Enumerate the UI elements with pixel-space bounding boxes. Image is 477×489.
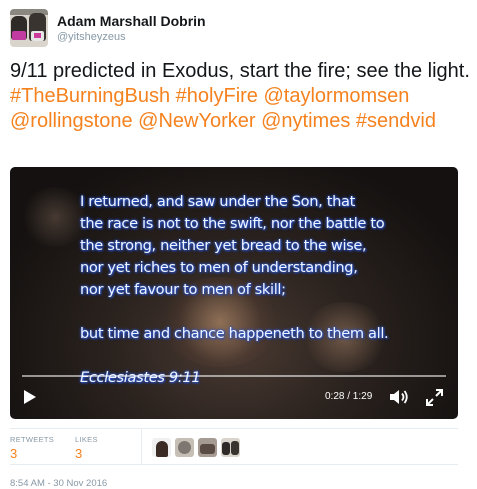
verse-line: nor yet riches to men of understanding, [80,259,358,276]
stats-divider [141,429,142,465]
retweets-count[interactable]: 3 [10,445,54,463]
likes-count[interactable]: 3 [75,445,98,463]
mention-link[interactable]: @NewYorker [138,110,255,132]
verse-line: I returned, and saw under the Son, that [80,193,355,210]
liker-avatar[interactable] [198,438,217,457]
verse-line: but time and chance happeneth to them al… [80,325,389,342]
tweet-body: 9/11 predicted in Exodus, start the fire… [10,60,470,82]
tweet-timestamp[interactable]: 8:54 AM - 30 Nov 2016 [10,478,107,489]
author-handle[interactable]: @yitsheyzeus [57,30,206,44]
verse-line: nor yet favour to men of skill; [80,281,286,298]
author-avatar[interactable] [10,9,48,47]
play-icon[interactable] [24,390,36,404]
tweet-text: 9/11 predicted in Exodus, start the fire… [10,59,470,134]
liker-avatar[interactable] [221,438,240,457]
mention-link[interactable]: @nytimes [261,110,350,132]
hashtag-link[interactable]: #sendvid [356,110,436,132]
video-player[interactable]: I returned, and saw under the Son, that … [10,167,458,419]
tweet-stats: RETWEETS 3 LIKES 3 [10,428,458,465]
volume-icon[interactable] [390,389,409,405]
liker-avatar[interactable] [152,438,171,457]
video-time: 0:28 / 1:29 [325,391,373,402]
hashtag-link[interactable]: #holyFire [176,85,258,107]
liker-avatars [152,438,240,457]
mention-link[interactable]: @rollingstone [10,110,133,132]
verse-line: the strong, neither yet bread to the wis… [80,237,367,254]
likes-stat[interactable]: LIKES 3 [75,435,98,463]
mention-link[interactable]: @taylormomsen [264,85,410,107]
video-progress-bar[interactable] [22,375,446,377]
verse-reference: Ecclesiastes 9:11 [80,369,201,386]
hashtag-link[interactable]: #TheBurningBush [10,85,170,107]
likes-label: LIKES [75,435,98,444]
author-names: Adam Marshall Dobrin @yitsheyzeus [57,12,206,44]
retweets-stat[interactable]: RETWEETS 3 [10,435,54,463]
tweet-header: Adam Marshall Dobrin @yitsheyzeus [10,9,206,47]
verse-line: the race is not to the swift, nor the ba… [80,215,385,232]
author-display-name[interactable]: Adam Marshall Dobrin [57,12,206,30]
liker-avatar[interactable] [175,438,194,457]
retweets-label: RETWEETS [10,435,55,444]
video-verse-overlay: I returned, and saw under the Son, that … [80,191,440,389]
fullscreen-icon[interactable] [426,389,443,406]
